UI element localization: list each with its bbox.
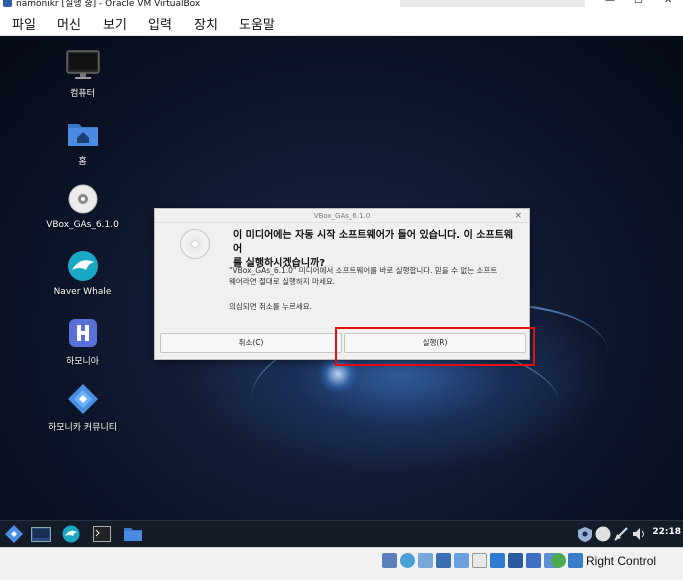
menu-devices[interactable]: 장치 [190, 14, 222, 33]
cd-drive-icon [66, 182, 100, 216]
desktop-icon-hamonikr-community[interactable]: 하모니카 커뮤니티 [30, 382, 135, 433]
run-button-highlight [335, 327, 535, 366]
whale-browser-icon [66, 249, 100, 283]
desktop-icon-label: VBox_GAs_6.1.0 [46, 220, 119, 230]
menu-input[interactable]: 입력 [144, 14, 176, 33]
clock[interactable]: 22:18 [652, 527, 681, 537]
menu-view[interactable]: 보기 [99, 14, 131, 33]
menu-help[interactable]: 도움말 [235, 14, 279, 33]
desktop-icon-naver-whale[interactable]: Naver Whale [30, 249, 135, 297]
desktop-icon-hamonia[interactable]: 하모니아 [30, 316, 135, 367]
show-desktop-icon[interactable] [30, 524, 52, 544]
minimize-button[interactable]: — [605, 0, 615, 6]
hard-disk-icon[interactable] [382, 553, 397, 568]
optical-drive-icon[interactable] [400, 553, 415, 568]
desktop-icon-label: Naver Whale [53, 287, 112, 297]
virtualbox-app-icon [3, 0, 12, 7]
guest-taskbar: 22:18 [0, 520, 683, 547]
whale-browser-launcher-icon[interactable] [60, 524, 82, 544]
window-title: namonikr [실행 중] - Oracle VM VirtualBox [16, 0, 201, 9]
terminal-icon[interactable] [91, 524, 113, 544]
display-icon[interactable] [490, 553, 505, 568]
dialog-title: VBox_GAs_6.1.0 [313, 212, 371, 220]
dialog-heading-line1: 이 미디어에는 자동 시작 소프트웨어가 들어 있습니다. 이 소프트웨어 [233, 230, 514, 255]
file-manager-icon[interactable] [122, 524, 144, 544]
host-key-label: Right Control [586, 554, 657, 568]
desktop-icon-label: 컴퓨터 [70, 89, 95, 99]
menu-machine[interactable]: 머신 [53, 14, 85, 33]
desktop-icon-vbox-gas[interactable]: VBox_GAs_6.1.0 [30, 182, 135, 230]
shared-folders-icon[interactable] [472, 553, 487, 568]
maximize-button[interactable]: ☐ [634, 0, 643, 6]
dialog-body-line1: "VBox_GAs_6.1.0" 미디어에서 소프트웨어를 바로 실행합니다. … [229, 266, 498, 275]
dialog-note: 의심되면 취소를 누르세요. [229, 302, 313, 311]
computer-icon [66, 48, 100, 82]
mouse-integration-icon[interactable] [551, 553, 566, 568]
desktop-icon-label: 홈 [78, 157, 87, 167]
vm-status-bar: Right Control [0, 547, 683, 580]
hamonikr-community-icon [66, 382, 100, 416]
dialog-body-line2: 웨어라면 절대로 실행하지 마세요. [229, 277, 336, 286]
hamonia-icon [66, 316, 100, 350]
close-button[interactable]: ✕ [664, 0, 672, 6]
cd-media-icon [180, 229, 210, 259]
volume-icon[interactable] [628, 524, 650, 544]
window-titlebar: namonikr [실행 중] - Oracle VM VirtualBox —… [0, 0, 683, 9]
desktop-icon-label: 하모니카 커뮤니티 [47, 423, 118, 433]
desktop-icon-computer[interactable]: 컴퓨터 [30, 48, 135, 99]
cancel-button[interactable]: 취소(C) [160, 333, 342, 353]
keyboard-capture-icon[interactable] [568, 553, 583, 568]
menubar: 파일 머신 보기 입력 장치 도움말 [0, 9, 683, 36]
start-menu-icon[interactable] [3, 524, 25, 544]
recording-icon[interactable] [526, 553, 541, 568]
desktop-icon-label: 하모니아 [65, 357, 100, 367]
dialog-titlebar: VBox_GAs_6.1.0 × [155, 209, 529, 223]
desktop-icon-home[interactable]: 홈 [30, 116, 135, 167]
video-capture-icon[interactable] [508, 553, 523, 568]
blurred-area [400, 0, 585, 7]
network-adapter-icon[interactable] [436, 553, 451, 568]
menu-file[interactable]: 파일 [8, 14, 40, 33]
audio-icon[interactable] [418, 553, 433, 568]
usb-icon[interactable] [454, 553, 469, 568]
dialog-close-icon[interactable]: × [514, 209, 522, 223]
home-folder-icon [66, 116, 100, 150]
dialog-body: "VBox_GAs_6.1.0" 미디어에서 소프트웨어를 바로 실행합니다. … [229, 265, 519, 287]
